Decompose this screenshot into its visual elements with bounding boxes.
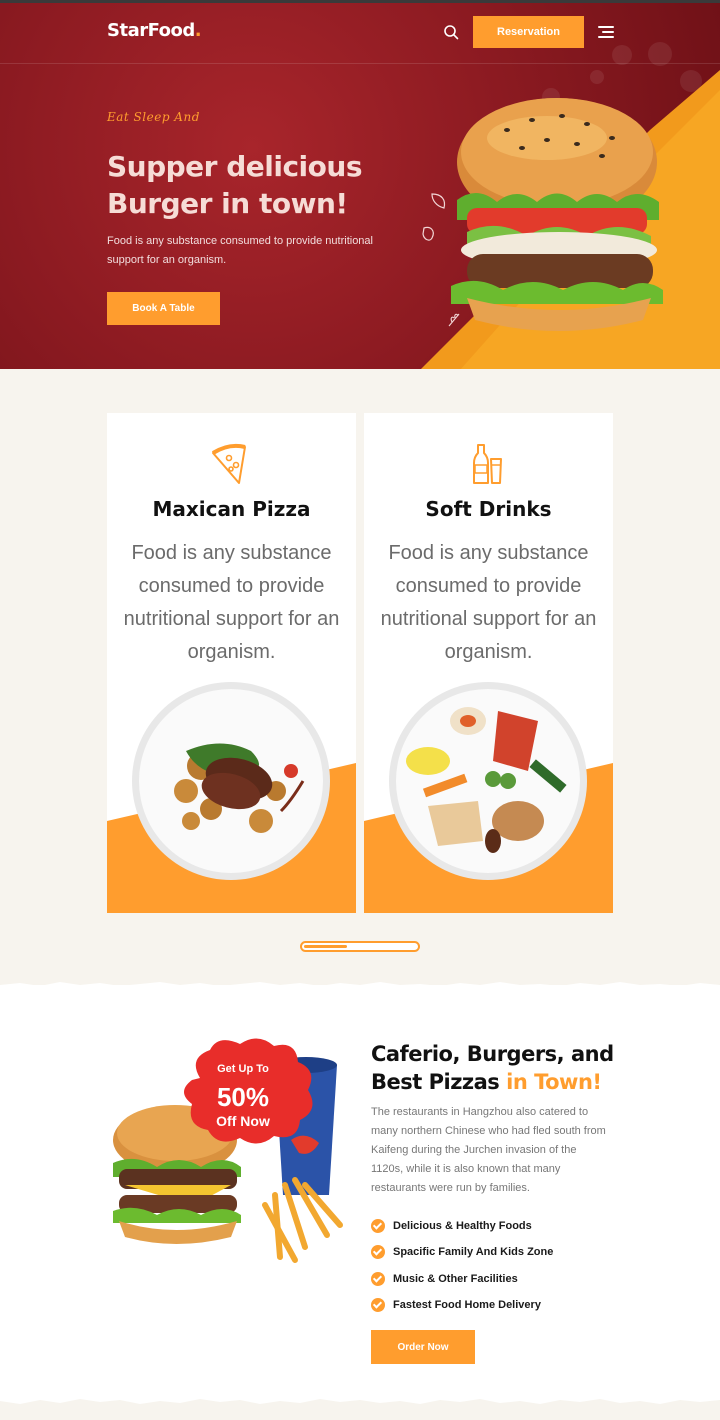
card-description: Food is any substance consumed to provid… — [123, 542, 340, 663]
promo-section: Get Up To 50% Off Now Caferio, Burgers, … — [0, 982, 720, 1420]
promo-title: Caferio, Burgers, and Best Pizzas in Tow… — [371, 1042, 614, 1094]
promo-description: The restaurants in Hangzhou also catered… — [371, 1106, 606, 1194]
badge-line1: Get Up To — [217, 1063, 269, 1075]
feature-list: Delicious & Healthy Foods Spacific Famil… — [371, 1213, 631, 1318]
decor-bubble — [648, 42, 672, 66]
steak-plate-image — [132, 682, 330, 880]
burger-image — [451, 98, 663, 331]
platter-plate-image — [389, 682, 587, 880]
order-now-button[interactable]: Order Now — [371, 1330, 475, 1364]
card-title: Soft Drinks — [425, 497, 552, 521]
badge-percent: 50% — [216, 1082, 270, 1112]
carousel-progress[interactable] — [300, 941, 420, 952]
drinks-icon — [473, 444, 502, 484]
checkmark-icon — [371, 1298, 385, 1313]
feature-item: Music & Other Facilities — [371, 1266, 631, 1292]
pizza-slice-icon — [211, 443, 246, 484]
card-description: Food is any substance consumed to provid… — [380, 542, 597, 663]
badge-line3: Off Now — [216, 1113, 270, 1129]
torn-edge-bottom — [0, 1399, 720, 1420]
carousel-progress-fill — [304, 945, 347, 948]
hero-section: StarFood. Reservation Eat Sleep And Supp… — [0, 0, 720, 369]
feature-item: Fastest Food Home Delivery — [371, 1292, 631, 1318]
card-title: Maxican Pizza — [152, 497, 311, 521]
logo[interactable]: StarFood. — [107, 20, 202, 41]
book-table-button[interactable]: Book A Table — [107, 292, 220, 325]
search-icon[interactable] — [443, 24, 459, 40]
feature-item: Spacific Family And Kids Zone — [371, 1239, 631, 1265]
hamburger-menu-icon[interactable] — [598, 26, 614, 38]
food-cards-section: Maxican Pizza Food is any substance cons… — [0, 369, 720, 989]
hero-tagline: Eat Sleep And — [107, 110, 200, 124]
torn-edge-top — [0, 982, 720, 991]
food-card[interactable]: Maxican Pizza Food is any substance cons… — [107, 413, 356, 913]
reservation-button[interactable]: Reservation — [473, 16, 584, 48]
feature-item: Delicious & Healthy Foods — [371, 1213, 631, 1239]
checkmark-icon — [371, 1245, 385, 1260]
food-card[interactable]: Soft Drinks Food is any substance consum… — [364, 413, 613, 913]
hero-description: Food is any substance consumed to provid… — [107, 235, 373, 266]
hero-title: Supper delicious Burger in town! — [107, 150, 363, 220]
decor-bubble — [612, 45, 632, 65]
top-bar — [0, 0, 720, 3]
checkmark-icon — [371, 1271, 385, 1286]
nav-divider — [0, 63, 720, 64]
checkmark-icon — [371, 1219, 385, 1234]
